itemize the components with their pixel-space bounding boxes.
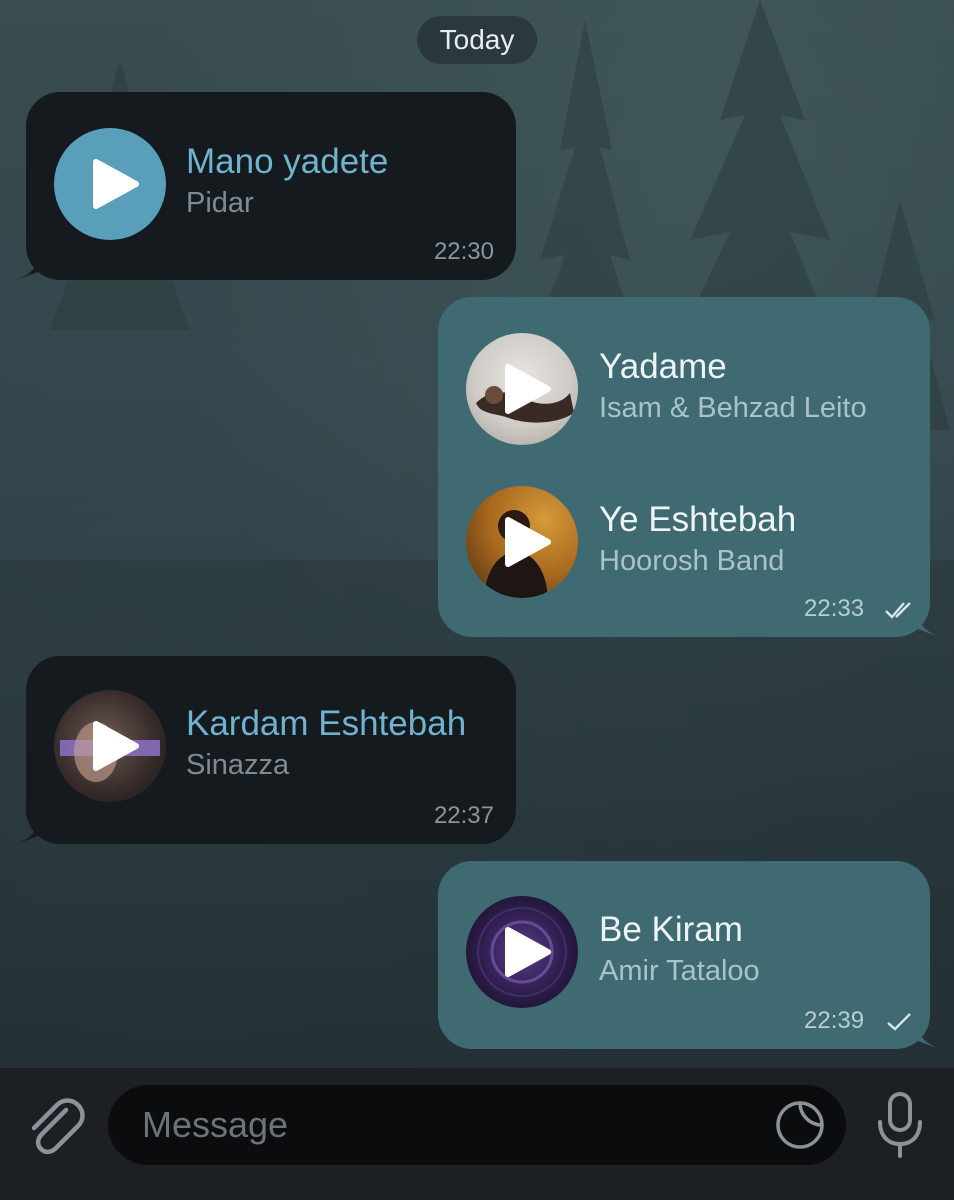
play-icon[interactable] [466, 486, 578, 598]
track-artist: Amir Tataloo [599, 955, 760, 987]
bubble-tail [12, 258, 38, 280]
play-icon[interactable] [466, 896, 578, 1008]
track-title: Mano yadete [186, 142, 389, 181]
date-separator: Today [417, 16, 537, 64]
track-artist: Hoorosh Band [599, 545, 785, 577]
bubble-tail [918, 615, 944, 637]
play-icon[interactable] [466, 333, 578, 445]
track-title: Be Kiram [599, 910, 743, 949]
message-bubble-outgoing[interactable]: Be Kiram Amir Tataloo 22:39 [438, 861, 930, 1049]
message-time: 22:37 [433, 802, 494, 829]
message-time: 22:30 [433, 238, 494, 265]
message-bubble-incoming[interactable]: Kardam Eshtebah Sinazza 22:37 [26, 656, 516, 844]
track-title: Yadame [599, 347, 727, 386]
message-bubble-incoming[interactable]: Mano yadete Pidar 22:30 [26, 92, 516, 280]
message-time: 22:39 [804, 1007, 865, 1034]
message-bubble-outgoing[interactable]: Yadame Isam & Behzad Leito Ye Eshtebah H… [438, 297, 930, 637]
audio-track[interactable]: Be Kiram Amir Tataloo [438, 896, 930, 1008]
message-time: 22:33 [804, 595, 865, 622]
bubble-tail [918, 1027, 944, 1049]
message-placeholder: Message [142, 1104, 289, 1145]
play-icon[interactable] [54, 690, 166, 802]
track-artist: Pidar [186, 187, 254, 219]
track-artist: Sinazza [186, 749, 290, 781]
audio-track[interactable]: Mano yadete Pidar [26, 128, 516, 240]
paperclip-icon[interactable] [22, 1092, 86, 1156]
message-input[interactable]: Message [108, 1085, 846, 1165]
microphone-icon[interactable] [872, 1090, 928, 1160]
play-icon[interactable] [54, 128, 166, 240]
track-title: Kardam Eshtebah [186, 704, 467, 743]
read-double-check-icon [885, 602, 911, 619]
bubble-tail [12, 822, 38, 844]
audio-track[interactable]: Kardam Eshtebah Sinazza [26, 690, 516, 802]
track-artist: Isam & Behzad Leito [599, 392, 867, 424]
audio-track[interactable]: Yadame Isam & Behzad Leito [438, 333, 930, 445]
track-title: Ye Eshtebah [599, 500, 797, 539]
audio-track[interactable]: Ye Eshtebah Hoorosh Band [438, 486, 930, 598]
sent-check-icon [887, 1013, 911, 1031]
sticker-icon[interactable] [774, 1099, 826, 1151]
